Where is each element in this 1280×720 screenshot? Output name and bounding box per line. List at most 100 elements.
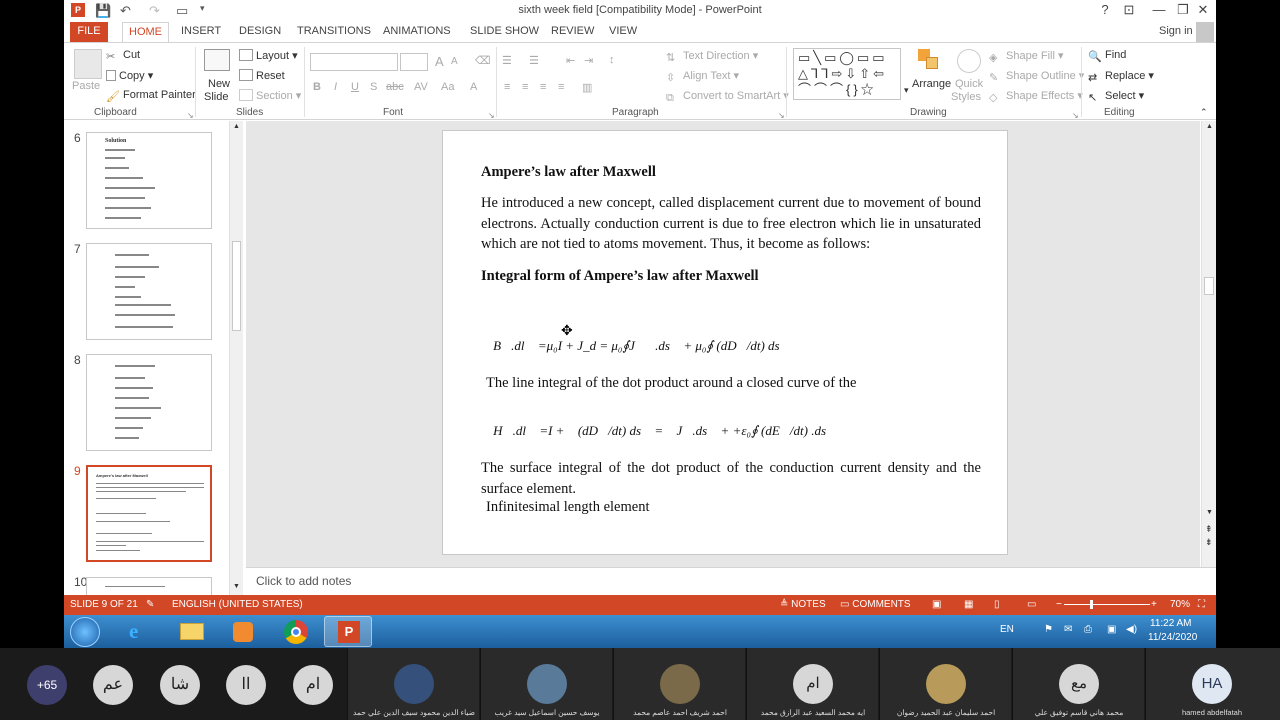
convert-smartart-button[interactable]: ⧉ Convert to SmartArt ▾: [666, 89, 789, 104]
start-button-icon[interactable]: [70, 617, 100, 647]
previous-slide-icon[interactable]: ⇞: [1205, 524, 1213, 535]
participant-avatar[interactable]: عم: [93, 665, 133, 705]
participant-tile[interactable]: احمد شريف احمد عاصم محمد: [613, 648, 745, 720]
columns-icon[interactable]: ▥: [582, 81, 592, 94]
scroll-up-icon[interactable]: ▲: [233, 123, 240, 130]
normal-view-icon[interactable]: ▣: [932, 599, 941, 610]
shadow-button[interactable]: S: [370, 81, 377, 93]
tab-home[interactable]: HOME: [122, 22, 169, 43]
ribbon-display-button[interactable]: ⊡: [1117, 2, 1141, 18]
reading-view-icon[interactable]: ▯: [994, 599, 1000, 610]
font-color-icon[interactable]: A: [470, 81, 477, 93]
clock-date[interactable]: 11/24/2020: [1148, 632, 1197, 643]
tab-slide-show[interactable]: SLIDE SHOW: [470, 25, 539, 37]
participant-tile[interactable]: يوسف حسين اسماعيل سيد غريب: [480, 648, 612, 720]
justify-icon[interactable]: ≡: [558, 81, 564, 93]
shape-effects-button[interactable]: ◇ Shape Effects ▾: [989, 89, 1083, 104]
powerpoint-taskbar-icon[interactable]: P: [324, 616, 372, 647]
slide-sorter-icon[interactable]: ▦: [964, 599, 973, 610]
user-avatar[interactable]: [1196, 22, 1214, 42]
tray-usb-icon[interactable]: ⎙: [1084, 624, 1092, 635]
comments-button[interactable]: ▭ COMMENTS: [840, 599, 911, 610]
bullets-icon[interactable]: ☰: [502, 54, 512, 67]
collapse-ribbon-icon[interactable]: ⌃: [1200, 107, 1208, 118]
arrange-button[interactable]: Arrange: [912, 78, 951, 90]
notes-pane[interactable]: Click to add notes: [246, 567, 1216, 595]
sign-in-link[interactable]: Sign in: [1159, 25, 1193, 37]
help-button[interactable]: ?: [1093, 2, 1117, 17]
slide-heading-2[interactable]: Integral form of Ampere’s law after Maxw…: [481, 266, 971, 287]
section-button[interactable]: Section ▾: [239, 89, 301, 102]
decrease-indent-icon[interactable]: ⇤: [566, 54, 575, 67]
shapes-gallery[interactable]: ▭╲▭◯▭▭ △⅂⅂⇨⇩⇧⇦ ⌒⌒⌒{}☆: [793, 48, 901, 100]
slide-thumbnail-6[interactable]: Solution: [86, 132, 212, 229]
quick-styles-icon[interactable]: [957, 49, 981, 73]
tray-network-icon[interactable]: ▣: [1107, 624, 1116, 635]
scrollbar-thumb[interactable]: [1204, 277, 1214, 295]
align-center-icon[interactable]: ≡: [522, 81, 528, 93]
zoom-slider[interactable]: [1064, 604, 1150, 605]
media-player-taskbar-icon[interactable]: [220, 616, 268, 647]
strikethrough-button[interactable]: abc: [386, 81, 404, 93]
tab-design[interactable]: DESIGN: [239, 25, 281, 37]
scroll-down-icon[interactable]: ▼: [233, 583, 240, 590]
tray-volume-icon[interactable]: ◀): [1126, 624, 1137, 635]
language-indicator[interactable]: ENGLISH (UNITED STATES): [172, 599, 303, 610]
new-slide-line1[interactable]: New: [208, 78, 230, 90]
participant-tile[interactable]: ام ايه محمد السعيد عبد الرازق محمد: [746, 648, 878, 720]
more-participants-badge[interactable]: +65: [27, 665, 67, 705]
slide-paragraph-2[interactable]: The surface integral of the dot product …: [481, 458, 981, 499]
scroll-down-icon[interactable]: ▼: [1206, 509, 1213, 516]
slide-length-element-text[interactable]: Infinitesimal length element: [486, 497, 986, 518]
new-slide-icon[interactable]: [204, 49, 230, 71]
layout-button[interactable]: Layout ▾: [239, 49, 298, 62]
tray-flag-icon[interactable]: ⚑: [1044, 624, 1053, 635]
equation-ampere-maxwell[interactable]: ∮B⃗.dl⃗ =μ₀I + J_d = μ₀∮J⃗꜀.ds⃗ + μ₀∮ (d…: [483, 338, 790, 354]
slideshow-view-icon[interactable]: ▭: [1027, 599, 1036, 610]
scroll-up-icon[interactable]: ▲: [1206, 123, 1213, 130]
participant-avatar[interactable]: اا: [226, 665, 266, 705]
font-name-dropdown[interactable]: [310, 53, 398, 71]
char-spacing-icon[interactable]: AV: [414, 81, 428, 93]
format-painter-button[interactable]: 🖌 Format Painter: [106, 89, 196, 103]
tab-review[interactable]: REVIEW: [551, 25, 594, 37]
increase-indent-icon[interactable]: ⇥: [584, 54, 593, 67]
participant-avatar[interactable]: ام: [293, 665, 333, 705]
input-language[interactable]: EN: [1000, 624, 1014, 635]
replace-button[interactable]: ⇄ Replace ▾: [1088, 69, 1154, 84]
font-size-dropdown[interactable]: [400, 53, 428, 71]
participant-tile[interactable]: مع محمد هاني قاسم توفيق علي: [1012, 648, 1144, 720]
slide-scrollbar[interactable]: ▲ ▼ ⇞ ⇟: [1201, 121, 1216, 567]
cut-button[interactable]: ✂ Cut: [106, 49, 140, 63]
arrange-icon[interactable]: [918, 49, 940, 71]
shapes-more-icon[interactable]: ▾: [904, 85, 909, 96]
paragraph-launcher-icon[interactable]: ↘: [778, 111, 785, 120]
explorer-taskbar-icon[interactable]: [168, 616, 216, 647]
font-launcher-icon[interactable]: ↘: [488, 111, 495, 120]
tab-insert[interactable]: INSERT: [181, 25, 221, 37]
slide-heading-1[interactable]: Ampere’s law after Maxwell: [481, 162, 971, 183]
zoom-level[interactable]: 70%: [1170, 599, 1190, 610]
quick-styles-line2[interactable]: Styles: [951, 91, 981, 103]
scrollbar-thumb[interactable]: [232, 241, 241, 331]
tab-transitions[interactable]: TRANSITIONS: [297, 25, 371, 37]
close-button[interactable]: ✕: [1191, 2, 1215, 18]
text-direction-button[interactable]: ⇅ Text Direction ▾: [666, 49, 758, 64]
fit-slide-icon[interactable]: ⛶: [1198, 599, 1205, 610]
participant-avatar[interactable]: شا: [160, 665, 200, 705]
slide-thumbnail-7[interactable]: [86, 243, 212, 340]
equation-ampere-h-field[interactable]: ∮H⃗.dl⃗ =I +∮ (dD⃗/dt) ds⃗ = ∮J⃗.ds⃗ + +…: [483, 423, 836, 439]
zoom-out-icon[interactable]: −: [1056, 599, 1062, 610]
chrome-taskbar-icon[interactable]: [272, 616, 320, 647]
participant-tile[interactable]: احمد سليمان عبد الحميد رضوان: [879, 648, 1011, 720]
drawing-launcher-icon[interactable]: ↘: [1072, 111, 1079, 120]
shrink-font-icon[interactable]: A: [451, 56, 458, 67]
thumbnails-scrollbar[interactable]: ▲ ▼: [229, 121, 243, 595]
tab-animations[interactable]: ANIMATIONS: [383, 25, 451, 37]
paste-icon[interactable]: [74, 49, 102, 79]
slide-thumbnail-8[interactable]: [86, 354, 212, 451]
grow-font-icon[interactable]: A: [435, 54, 444, 69]
line-spacing-icon[interactable]: ↕: [609, 54, 615, 66]
minimize-button[interactable]: —: [1147, 2, 1171, 17]
spellcheck-icon[interactable]: ✎: [146, 599, 154, 610]
